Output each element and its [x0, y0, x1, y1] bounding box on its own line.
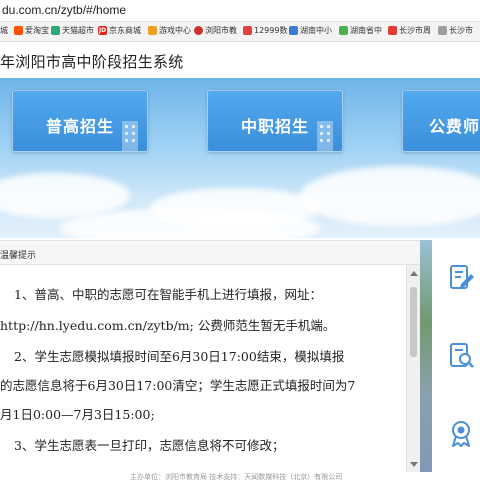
- notice-line: 2、学生志愿模拟填报时间至6月30日17:00结束，模拟填报: [14, 349, 345, 364]
- notice-line: http://hn.lyedu.com.cn/zytb/m; 公费师范生暂无手机…: [0, 318, 336, 333]
- bookmark-item[interactable]: JD 京东商城: [98, 25, 141, 36]
- hunan-icon: [289, 26, 298, 35]
- tile-general-high-school[interactable]: 普高招生: [12, 90, 148, 152]
- address-url[interactable]: du.com.cn/zytb/#/home: [2, 3, 126, 17]
- page-title: 年浏阳市高中阶段招生系统: [0, 53, 184, 71]
- notice-scrollbar[interactable]: [406, 265, 420, 473]
- bookmark-item[interactable]: 长沙市: [438, 25, 473, 36]
- bookmark-item[interactable]: 城: [0, 25, 8, 36]
- bookmark-label: 浏阳市教: [205, 26, 237, 35]
- right-sidebar: [420, 240, 480, 472]
- bookmark-label: 天猫超市: [62, 26, 94, 35]
- notice-header: 温馨提示: [0, 241, 420, 265]
- bookmark-item[interactable]: 长沙市周: [388, 25, 431, 36]
- notice-panel: 温馨提示 1、普高、中职的志愿可在智能手机上进行填报，网址： http://hn…: [0, 240, 420, 473]
- bookmark-label: 长沙市: [449, 26, 473, 35]
- hero-banner: 普高招生 中职招生 公费师: [0, 78, 480, 238]
- bookmark-item[interactable]: 湖南省中: [339, 25, 382, 36]
- bookmark-label: 城: [0, 26, 8, 35]
- notice-heading: 温馨提示: [0, 251, 37, 261]
- search-document-icon: [450, 343, 474, 368]
- scroll-down-arrow-icon[interactable]: [410, 462, 418, 467]
- footer-text: 主办单位：浏阳市教育局 技术支持：天闻数媒科技（北京）有限公司: [130, 473, 343, 480]
- bookmark-item[interactable]: 湖南中小: [289, 25, 332, 36]
- bookmark-label: 爱淘宝: [25, 26, 49, 35]
- bookmark-label: 游戏中心: [159, 26, 191, 35]
- bookmarks-bar: 城 爱淘宝 天猫超市 JD 京东商城 游戏中心 浏阳市教 12999数 湖南中小 …: [0, 22, 480, 42]
- bookmark-item[interactable]: 游戏中心: [148, 25, 191, 36]
- query-application-button[interactable]: [446, 340, 476, 370]
- bookmark-item[interactable]: 12999数: [243, 25, 287, 36]
- tile-public-funded-teacher[interactable]: 公费师: [402, 90, 480, 152]
- building-icon: [122, 121, 138, 151]
- notice-line: 的志愿信息将于6月30日17:00清空；学生志愿正式填报时间为7: [0, 378, 356, 393]
- bookmark-item[interactable]: 天猫超市: [51, 25, 94, 36]
- edit-form-icon: [450, 265, 474, 289]
- bookmark-label: 湖南中小: [300, 26, 332, 35]
- scroll-up-arrow-icon[interactable]: [410, 271, 418, 276]
- tile-label: 公费师: [429, 117, 480, 136]
- site-header: 年浏阳市高中阶段招生系统: [0, 42, 480, 78]
- notice-body: 1、普高、中职的志愿可在智能手机上进行填报，网址： http://hn.lyed…: [0, 265, 406, 473]
- liuyang-icon: [194, 26, 203, 35]
- bookmark-item[interactable]: 爱淘宝: [14, 25, 49, 36]
- background-photo: [420, 240, 432, 472]
- hunan-province-icon: [339, 26, 348, 35]
- notice-line: 1、普高、中职的志愿可在智能手机上进行填报，网址：: [14, 287, 322, 302]
- tile-label: 普高招生: [46, 117, 115, 136]
- bookmark-label: 京东商城: [109, 26, 141, 35]
- changsha2-icon: [438, 26, 447, 35]
- tmall-icon: [51, 26, 60, 35]
- game-icon: [148, 26, 157, 35]
- admission-result-button[interactable]: [446, 418, 476, 448]
- address-bar[interactable]: du.com.cn/zytb/#/home: [0, 0, 480, 22]
- taobao-icon: [14, 26, 23, 35]
- footer: 主办单位：浏阳市教育局 技术支持：天闻数媒科技（北京）有限公司: [0, 472, 480, 480]
- changsha-icon: [388, 26, 397, 35]
- building-icon: [317, 121, 333, 151]
- scrollbar-thumb[interactable]: [410, 287, 417, 357]
- bookmark-label: 长沙市周: [399, 26, 431, 35]
- tile-label: 中职招生: [241, 117, 310, 136]
- award-icon: [452, 421, 470, 447]
- number-icon: [243, 26, 252, 35]
- jd-icon: JD: [98, 26, 107, 35]
- bookmark-item[interactable]: 浏阳市教: [194, 25, 237, 36]
- tile-vocational-school[interactable]: 中职招生: [207, 90, 343, 152]
- fill-application-button[interactable]: [446, 262, 476, 292]
- cloud-decoration: [300, 166, 480, 226]
- notice-line: 3、学生志愿表一旦打印，志愿信息将不可修改；: [14, 438, 285, 453]
- notice-line: 月1日0:00—7月3日15:00;: [0, 407, 155, 422]
- bookmark-label: 湖南省中: [350, 26, 382, 35]
- bookmark-label: 12999数: [254, 26, 288, 35]
